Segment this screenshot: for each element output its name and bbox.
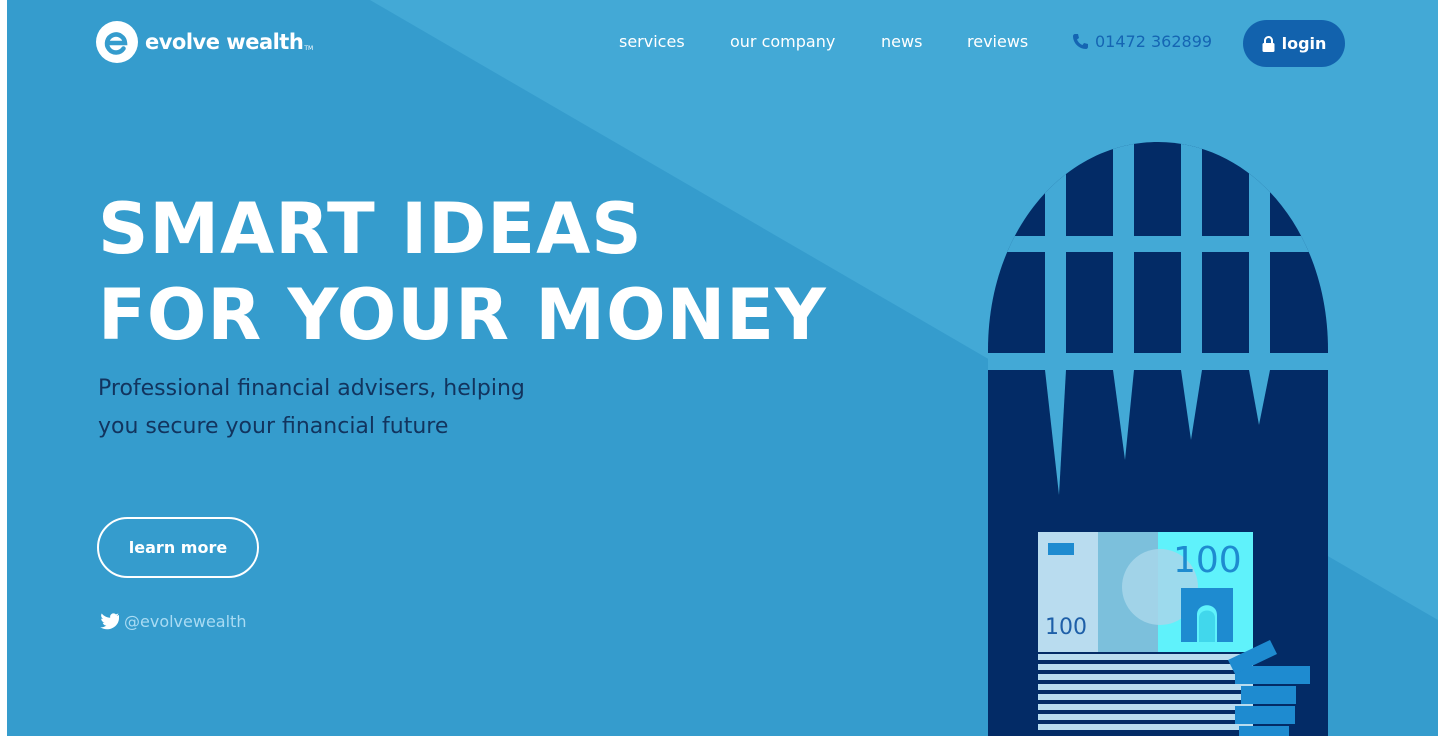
trademark: TM: [304, 44, 314, 52]
brand-name: evolve wealth: [145, 30, 304, 54]
twitter-handle: @evolvewealth: [124, 612, 247, 631]
phone-link[interactable]: 01472 362899: [1072, 32, 1212, 51]
logo-link[interactable]: evolve wealth TM: [96, 21, 313, 63]
nav-reviews[interactable]: reviews: [967, 32, 1028, 51]
hero-title-line-1: SMART IDEAS: [98, 188, 643, 270]
hero-title: SMART IDEAS FOR YOUR MONEY: [98, 186, 827, 358]
page-bottom-edge: [0, 736, 1438, 741]
note-value-large: 100: [1173, 540, 1242, 581]
note-value-small: 100: [1045, 615, 1087, 640]
nav-news[interactable]: news: [881, 32, 922, 51]
nav-services[interactable]: services: [619, 32, 685, 51]
lock-icon: [1262, 35, 1275, 52]
hero-subtitle: Professional financial advisers, helping…: [98, 376, 525, 439]
twitter-link[interactable]: @evolvewealth: [99, 612, 246, 631]
learn-more-button[interactable]: learn more: [97, 517, 259, 578]
twitter-icon: [100, 613, 119, 630]
login-button[interactable]: login: [1243, 20, 1345, 67]
page-edge: [0, 0, 7, 741]
phone-icon: [1073, 34, 1088, 49]
phone-number: 01472 362899: [1095, 32, 1213, 51]
vault-illustration: 100 100: [988, 142, 1328, 736]
hero-title-line-2: FOR YOUR MONEY: [98, 274, 827, 356]
nav-our-company[interactable]: our company: [730, 32, 835, 51]
evolve-logo-icon: [96, 21, 138, 63]
login-label: login: [1281, 34, 1327, 53]
banknote-stack: 100 100: [1038, 532, 1253, 736]
